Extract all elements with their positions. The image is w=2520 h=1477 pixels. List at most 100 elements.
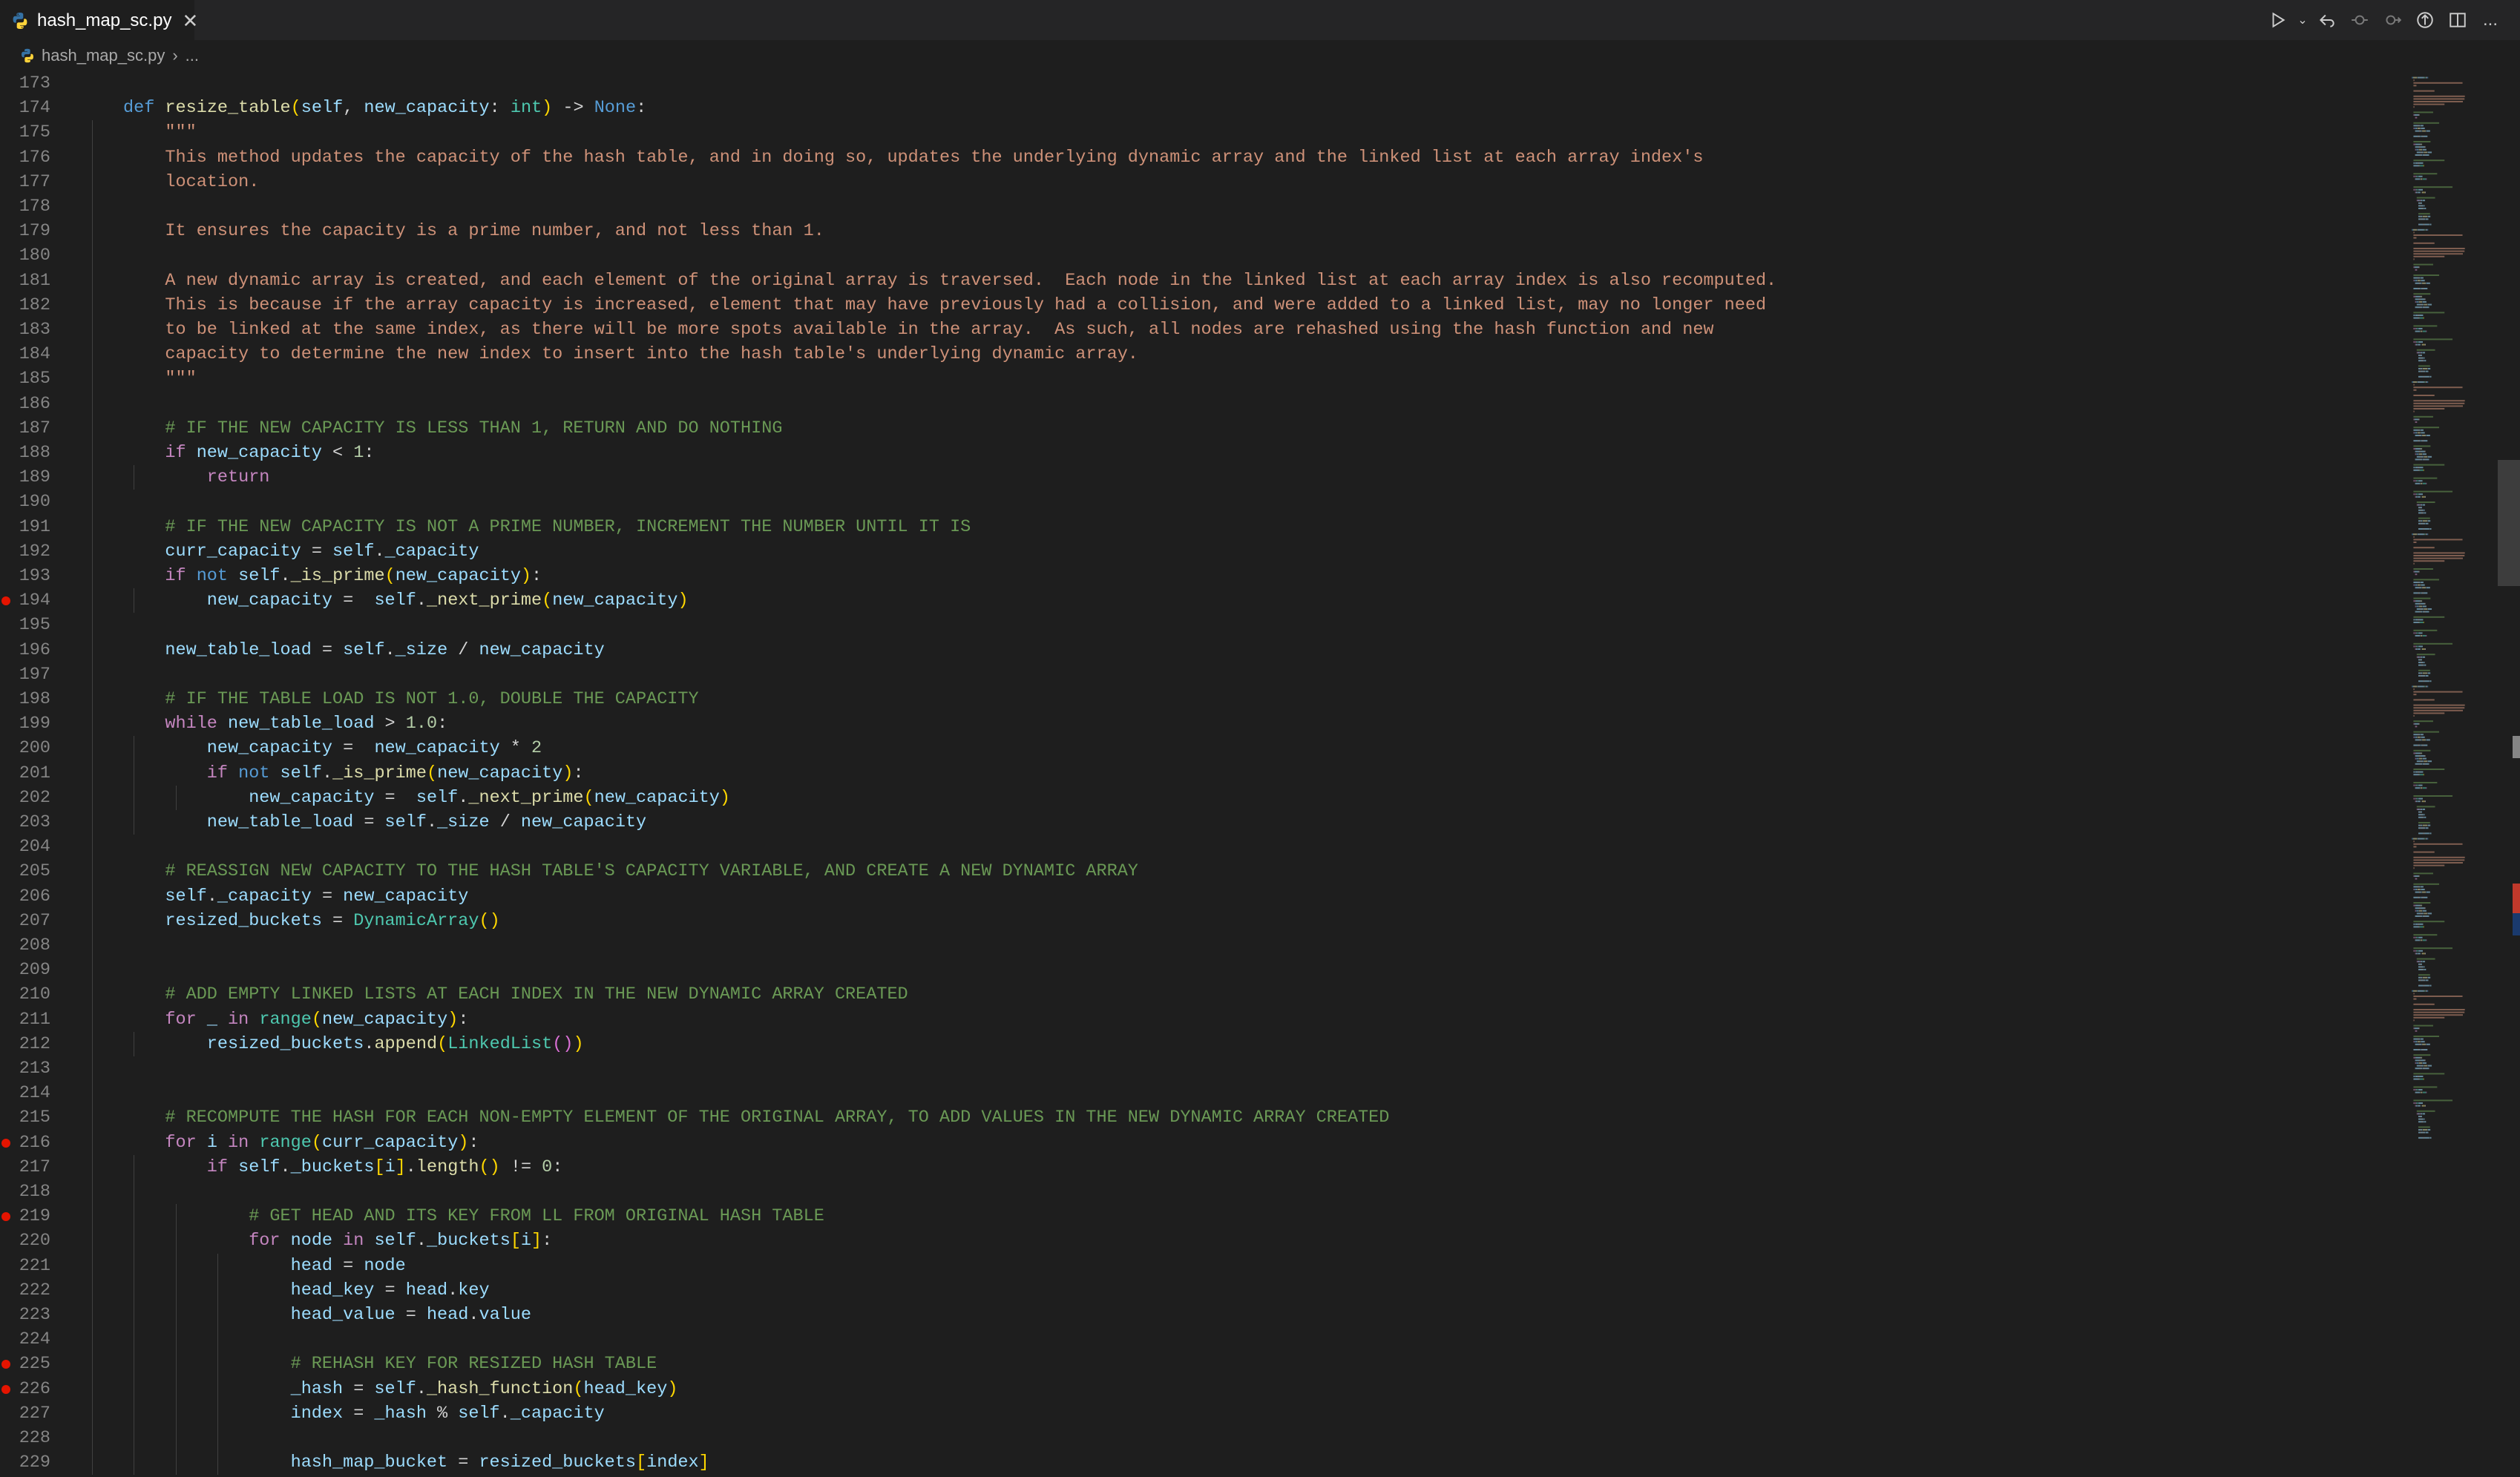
minimap-token [2425, 763, 2429, 765]
code-line[interactable]: 214 [0, 1081, 2404, 1106]
code-line[interactable]: 183 to be linked at the same index, as th… [0, 318, 2404, 343]
code-token: head_key [583, 1378, 668, 1399]
code-line[interactable]: 173 [0, 71, 2404, 96]
minimap-token [2422, 809, 2426, 810]
code-line[interactable]: 225 # REHASH KEY FOR RESIZED HASH TABLE [0, 1352, 2404, 1377]
code-line[interactable]: 204 [0, 835, 2404, 860]
code-line[interactable]: 222 head_key = head.key [0, 1277, 2404, 1303]
code-line[interactable]: 181 A new dynamic array is created, and e… [0, 268, 2404, 293]
minimap-token [2413, 694, 2417, 696]
code-line[interactable]: 227 index = _hash % self._capacity [0, 1401, 2404, 1426]
code-line[interactable]: 182 This is because if the array capacity… [0, 292, 2404, 318]
minimap-token [2420, 370, 2421, 372]
code-line[interactable]: 229 hash_map_bucket = resized_buckets[ind… [0, 1450, 2404, 1476]
code-line[interactable]: 190 [0, 490, 2404, 515]
previous-change-icon[interactable] [2345, 5, 2375, 35]
code-line[interactable]: 202 new_capacity = self._next_prime(new_c… [0, 785, 2404, 810]
code-line[interactable]: 212 resized_buckets.append(LinkedList()) [0, 1031, 2404, 1056]
code-line[interactable]: 201 if not self._is_prime(new_capacity): [0, 760, 2404, 786]
code-line[interactable]: 186 [0, 391, 2404, 416]
code-line[interactable]: 177 location. [0, 169, 2404, 194]
code-line[interactable]: 209 [0, 958, 2404, 983]
minimap[interactable] [2404, 71, 2498, 1477]
chevron-down-icon[interactable]: ⌄ [2296, 5, 2309, 35]
code-line[interactable]: 175 """ [0, 120, 2404, 145]
breakpoint-icon[interactable] [1, 1384, 10, 1394]
code-line[interactable]: 213 [0, 1056, 2404, 1082]
code-line[interactable]: 203 new_table_load = self._size / new_cap… [0, 810, 2404, 835]
code-line[interactable]: 208 [0, 933, 2404, 958]
code-line[interactable]: 220 for node in self._buckets[i]: [0, 1228, 2404, 1254]
minimap-token [2419, 355, 2421, 356]
code-line[interactable]: 185 """ [0, 366, 2404, 392]
code-line[interactable]: 196 new_table_load = self._size / new_cap… [0, 637, 2404, 662]
code-line[interactable]: 221 head = node [0, 1253, 2404, 1278]
code-text: _hash = self._hash_function(head_key) [291, 1377, 678, 1401]
code-line[interactable]: 189 return [0, 465, 2404, 490]
breadcrumb-symbol[interactable]: ... [186, 46, 199, 65]
code-line[interactable]: 205 # REASSIGN NEW CAPACITY TO THE HASH T… [0, 859, 2404, 884]
minimap-token [2420, 886, 2424, 888]
breadcrumb-file[interactable]: hash_map_sc.py [42, 46, 165, 65]
minimap-token [2421, 357, 2424, 359]
next-change-icon[interactable] [2378, 5, 2407, 35]
code-line[interactable]: 178 [0, 194, 2404, 220]
code-editor[interactable]: 173 174 def resize_table(self, new_capacit… [0, 71, 2404, 1477]
code-line[interactable]: 210 # ADD EMPTY LINKED LISTS AT EACH INDE… [0, 982, 2404, 1007]
minimap-token [2423, 744, 2428, 746]
split-editor-icon[interactable] [2443, 5, 2473, 35]
code-text: return [207, 465, 270, 490]
code-line[interactable]: 179 It ensures the capacity is a prime nu… [0, 219, 2404, 244]
close-icon[interactable]: ✕ [182, 10, 198, 33]
code-line[interactable]: 223 head_value = head.value [0, 1303, 2404, 1328]
code-line[interactable]: 188 if new_capacity < 1: [0, 441, 2404, 466]
code-line[interactable]: 228 [0, 1426, 2404, 1451]
code-line[interactable]: 192 curr_capacity = self._capacity [0, 539, 2404, 564]
code-line[interactable]: 174 def resize_table(self, new_capacity: … [0, 96, 2404, 120]
indent-guide [175, 1401, 177, 1426]
code-line[interactable]: 180 [0, 243, 2404, 269]
minimap-token [2413, 143, 2416, 145]
line-number: 187 [19, 418, 50, 438]
code-line[interactable]: 224 [0, 1327, 2404, 1352]
code-line[interactable]: 226 _hash = self._hash_function(head_key) [0, 1376, 2404, 1401]
code-line[interactable]: 184 capacity to determine the new index t… [0, 342, 2404, 367]
code-line[interactable]: 195 [0, 613, 2404, 638]
code-line[interactable]: 217 if self._buckets[i].length() != 0: [0, 1154, 2404, 1180]
minimap-token [2418, 357, 2421, 359]
minimap-token [2420, 1043, 2422, 1045]
more-actions-icon[interactable]: ... [2475, 5, 2505, 35]
code-line[interactable]: 194 new_capacity = self._next_prime(new_c… [0, 588, 2404, 614]
code-line[interactable]: 197 [0, 662, 2404, 687]
code-line[interactable]: 215 # RECOMPUTE THE HASH FOR EACH NON-EMP… [0, 1105, 2404, 1131]
code-line[interactable]: 199 while new_table_load > 1.0: [0, 711, 2404, 737]
minimap-token [2420, 277, 2424, 279]
code-line[interactable]: 219 # GET HEAD AND ITS KEY FROM LL FROM O… [0, 1204, 2404, 1229]
code-line[interactable]: 207 resized_buckets = DynamicArray() [0, 908, 2404, 933]
minimap-token [2415, 605, 2418, 608]
code-line[interactable]: 176 This method updates the capacity of t… [0, 145, 2404, 170]
code-line[interactable]: 206 self._capacity = new_capacity [0, 884, 2404, 909]
minimap-token [2413, 464, 2445, 466]
minimap-token [2416, 645, 2418, 648]
go-back-icon[interactable] [2312, 5, 2342, 35]
minimap-token [2421, 455, 2422, 458]
code-line[interactable]: 211 for _ in range(new_capacity): [0, 1007, 2404, 1032]
code-line[interactable]: 187 # IF THE NEW CAPACITY IS LESS THAN 1,… [0, 415, 2404, 441]
editor-tab[interactable]: hash_map_sc.py ✕ [0, 0, 198, 40]
code-line[interactable]: 198 # IF THE TABLE LOAD IS NOT 1.0, DOUBL… [0, 687, 2404, 712]
open-changes-icon[interactable] [2410, 5, 2440, 35]
code-line[interactable]: 193 if not self._is_prime(new_capacity): [0, 564, 2404, 589]
code-line[interactable]: 216 for i in range(curr_capacity): [0, 1130, 2404, 1155]
code-line[interactable]: 191 # IF THE NEW CAPACITY IS NOT A PRIME … [0, 514, 2404, 539]
code-token: _buckets [426, 1231, 511, 1251]
minimap-token [2418, 1118, 2421, 1120]
run-icon[interactable] [2263, 5, 2293, 35]
minimap-token [2420, 1131, 2421, 1134]
minimap-token [2413, 79, 2415, 82]
code-line[interactable]: 218 [0, 1180, 2404, 1205]
code-line[interactable]: 200 new_capacity = new_capacity * 2 [0, 736, 2404, 761]
code-text: def resize_table(self, new_capacity: int… [123, 96, 646, 120]
minimap-token [2424, 522, 2425, 524]
breakpoint-icon[interactable] [1, 1138, 10, 1148]
